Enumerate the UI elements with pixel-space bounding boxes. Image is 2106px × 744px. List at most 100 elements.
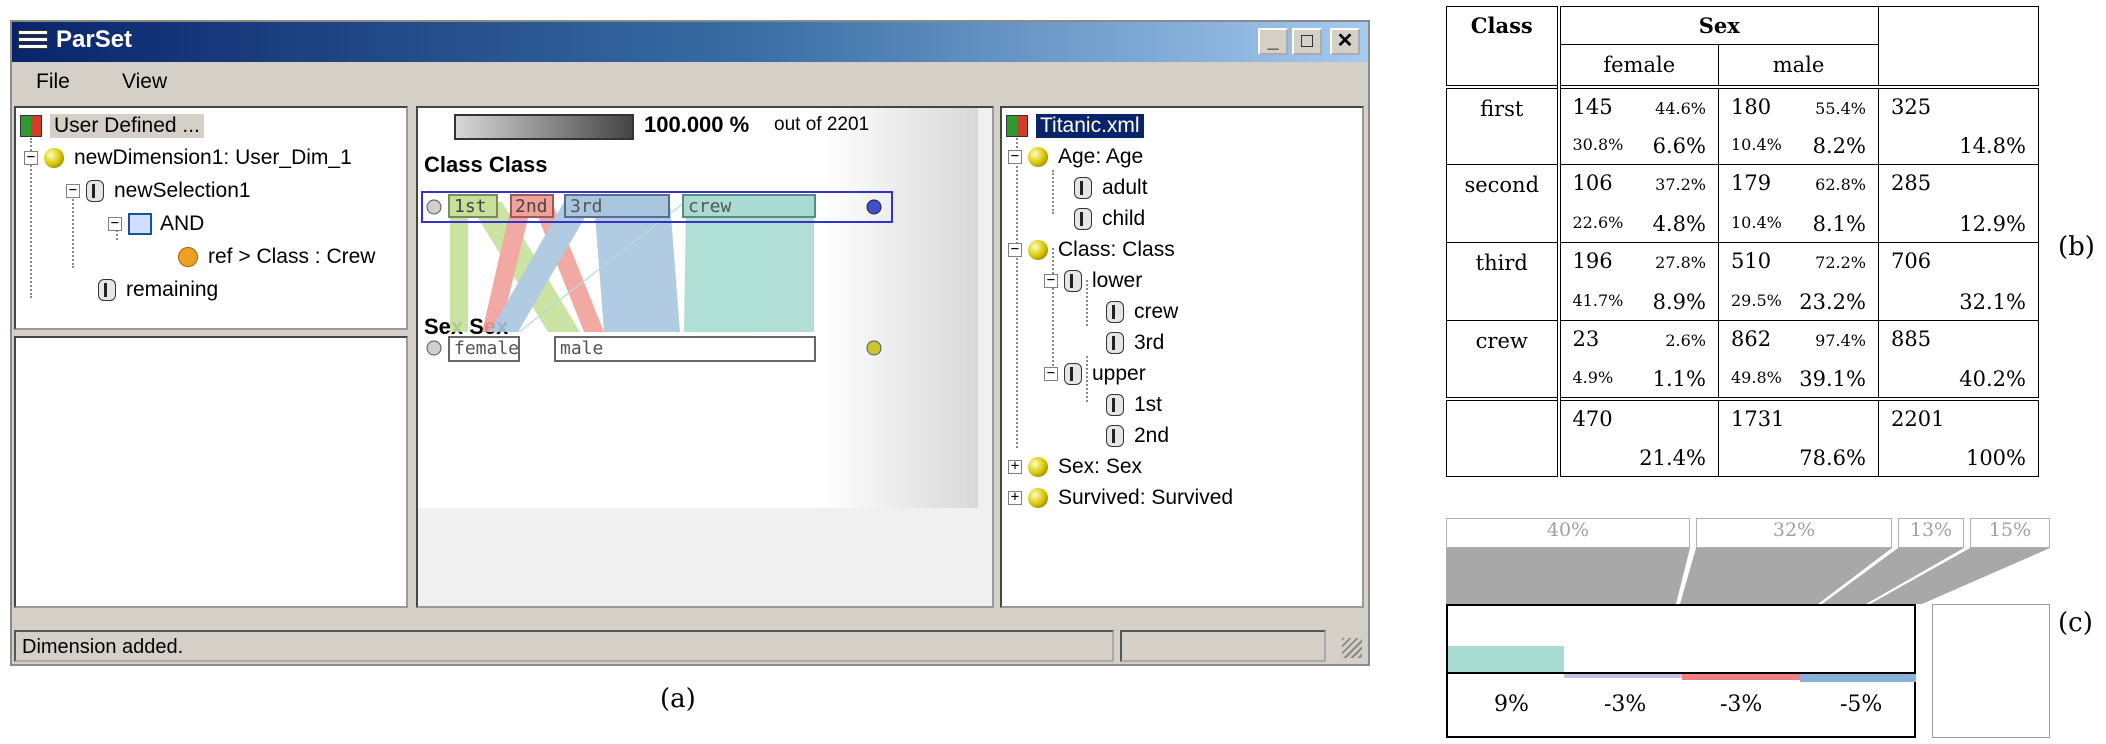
percent: 78.6% [1799,446,1866,470]
tree-item-crew[interactable]: crew [1106,296,1178,328]
category-icon [86,180,104,202]
total-all: 2201 100% [1878,398,2039,477]
close-button[interactable]: ✕ [1330,28,1360,55]
cell-value: 55.4% [1815,98,1866,118]
percent: 21.4% [1639,446,1706,470]
tree-root-titanic[interactable]: Titanic.xml [1006,110,1144,142]
table-row: third 196 27.8% 41.7% 8.9% 510 72.2% 29.5% 23.2%… [1446,242,2039,321]
group-icon [1064,270,1082,292]
cell-value: 8.2% [1812,134,1866,158]
and-operator-icon [128,213,152,235]
tree-item-3rd[interactable]: 3rd [1106,327,1164,359]
status-bar: Dimension added. [12,628,1368,664]
axis-class-handle-left [426,199,442,215]
parsets-view: 100.000 % out of 2201 Class Class Sex Se… [416,106,994,608]
tree-item-age[interactable]: − Age: Age [1008,141,1143,173]
tree-item-new-selection[interactable]: − newSelection1 [66,175,251,207]
cell-value: 862 [1731,327,1772,351]
maximize-button[interactable]: □ [1292,28,1322,55]
top-box-4: 15% [1970,518,2050,548]
tree-root-label: User Defined ... [50,114,204,138]
tree-item-lower[interactable]: − lower [1044,265,1142,297]
cell-value: 4.9% [1572,367,1614,387]
count: 2201 [1891,406,1945,431]
caption-a: (a) [660,684,696,714]
tree-item-child[interactable]: child [1074,203,1145,235]
collapse-icon[interactable]: − [1044,366,1058,381]
cell-value: 10.4% [1731,213,1782,232]
title-bar: ParSet _ □ ✕ [12,22,1368,62]
cell-value: 8.1% [1812,212,1866,236]
diff-panel: 9% -3% -3% -5% [1446,604,1916,738]
cell-value: 44.6% [1655,98,1706,118]
category-icon [1106,332,1124,354]
tree-item-label: Age: Age [1058,145,1144,168]
tree-item-sex[interactable]: + Sex: Sex [1008,451,1142,483]
expand-icon[interactable]: + [1008,459,1022,474]
tree-item-1st[interactable]: 1st [1106,389,1162,421]
menu-view[interactable]: View [122,70,167,94]
tree-item-label: child [1102,207,1146,230]
group-icon [1064,363,1082,385]
dataset-tree-panel: Titanic.xml − Age: Age adult child − Cla… [1000,106,1364,608]
tree-item-class[interactable]: − Class: Class [1008,234,1175,266]
axis-sex-handle-left [426,340,442,356]
tree-item-adult[interactable]: adult [1074,172,1148,204]
category-female[interactable]: female [448,336,520,362]
cell-male: 862 97.4% 49.8% 39.1% [1718,320,1879,399]
table-row: second 106 37.2% 22.6% 4.8% 179 62.8% 10.4% 8.1%… [1446,164,2039,243]
ribbon-connector [1446,548,2050,604]
cell-female: 196 27.8% 41.7% 8.9% [1558,242,1719,321]
tree-item-ref[interactable]: ref > Class : Crew [178,241,375,273]
axis-sex-handle-right [866,340,882,356]
tree-item-2nd[interactable]: 2nd [1106,420,1169,452]
collapse-icon[interactable]: − [108,216,122,231]
tree-item-upper[interactable]: − upper [1044,358,1146,390]
tree-item-label: newDimension1: User_Dim_1 [74,146,352,169]
tree-item-label: crew [1134,300,1179,323]
cell-value: 49.8% [1731,367,1782,387]
status-message: Dimension added. [14,630,1114,662]
diff-label-3: -3% [1720,692,1763,717]
connector-1 [1446,548,1690,604]
percent: 100% [1965,446,2026,470]
category-1st[interactable]: 1st [448,194,498,218]
dimension-ball-icon [44,148,64,168]
tree-item-survived[interactable]: + Survived: Survived [1008,482,1233,514]
cell-value: 23.2% [1799,290,1866,314]
collapse-icon[interactable]: − [24,150,38,165]
cell-female: 106 37.2% 22.6% 4.8% [1558,164,1719,243]
cell-value: 27.8% [1655,253,1706,272]
minimize-button[interactable]: _ [1258,28,1288,55]
expand-icon[interactable]: + [1008,490,1022,505]
parsets-ribbons [421,191,893,356]
cell-male: 179 62.8% 10.4% 8.1% [1718,164,1879,243]
tree-item-remaining[interactable]: remaining [98,274,218,306]
cell-value: 706 [1891,249,1932,273]
cell-female: 23 2.6% 4.9% 1.1% [1558,320,1719,399]
total-male: 1731 78.6% [1718,398,1879,477]
category-crew[interactable]: crew [682,194,816,218]
cell-value: 37.2% [1655,175,1706,194]
tree-root-label: Titanic.xml [1036,114,1144,138]
collapse-icon[interactable]: − [1008,149,1022,164]
cell-value: 2.6% [1665,331,1706,350]
menu-file[interactable]: File [36,70,70,94]
count: 1731 [1731,406,1785,431]
tree-item-and[interactable]: − AND [108,208,204,240]
category-3rd[interactable]: 3rd [564,194,670,218]
tree-root-user-defined[interactable]: User Defined ... [20,110,204,142]
grid-icon [20,115,42,137]
collapse-icon[interactable]: − [1008,242,1022,257]
diff-baseline [1448,672,1916,674]
cell-total: 285 12.9% [1878,164,2039,243]
resize-grip-icon[interactable] [1342,638,1362,658]
category-2nd[interactable]: 2nd [510,194,554,218]
collapse-icon[interactable]: − [1044,273,1058,288]
tree-item-new-dimension[interactable]: − newDimension1: User_Dim_1 [24,142,352,174]
category-male[interactable]: male [554,336,816,362]
cell-female: 145 44.6% 30.8% 6.6% [1558,86,1719,165]
selection-tree-panel: User Defined ... − newDimension1: User_D… [14,106,408,330]
tree-item-label: 2nd [1134,424,1170,447]
collapse-icon[interactable]: − [66,183,80,198]
